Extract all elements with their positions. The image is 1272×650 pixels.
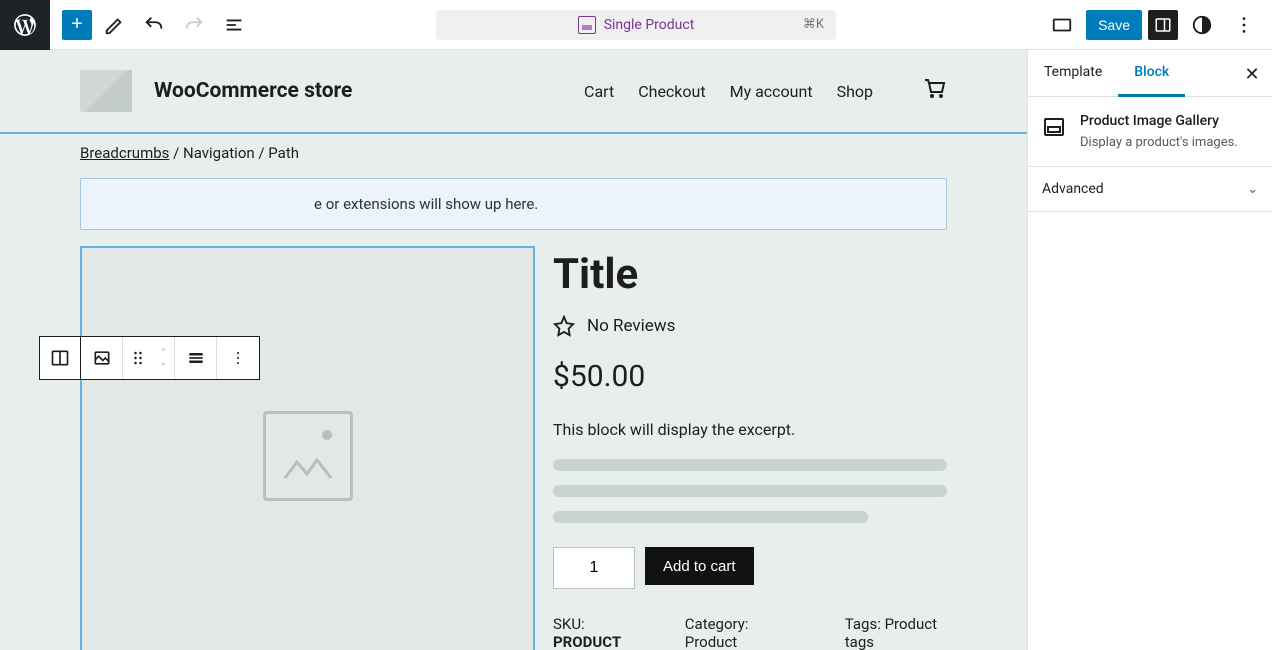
breadcrumb-rest: / Navigation / Path [169,144,299,162]
nav-link-shop[interactable]: Shop [837,82,873,101]
save-button[interactable]: Save [1086,10,1142,40]
sidebar-tabs: Template Block ✕ [1028,50,1272,97]
top-toolbar: + Single Product ⌘K Save [0,0,1272,50]
settings-sidebar-toggle[interactable] [1148,10,1178,40]
more-options-button[interactable] [1226,7,1262,43]
reviews-text: No Reviews [587,316,675,336]
breadcrumb[interactable]: Breadcrumbs / Navigation / Path [80,134,947,178]
move-updown[interactable]: ⌃⌄ [153,337,175,379]
undo-button[interactable] [136,7,172,43]
advanced-section[interactable]: Advanced ⌄ [1028,167,1272,212]
breadcrumb-first: Breadcrumbs [80,144,169,162]
product-image-gallery-block[interactable] [80,246,535,650]
tab-template[interactable]: Template [1028,50,1118,96]
gallery-block-icon [1042,115,1066,139]
parent-block-button[interactable] [39,336,81,380]
product-meta: SKU: PRODUCT SKU Category: Product categ… [553,615,947,650]
advanced-label: Advanced [1042,181,1104,197]
nav-link-account[interactable]: My account [730,82,813,101]
site-title[interactable]: WooCommerce store [154,79,352,103]
redo-button[interactable] [176,7,212,43]
site-header: WooCommerce store Cart Checkout My accou… [0,50,1027,132]
document-title: Single Product [604,17,695,33]
main-area: WooCommerce store Cart Checkout My accou… [0,50,1272,650]
meta-tags[interactable]: Tags: Product tags [845,615,947,650]
site-logo-placeholder[interactable] [80,70,132,112]
block-more-button[interactable] [217,337,259,379]
canvas-viewport: WooCommerce store Cart Checkout My accou… [0,50,1027,650]
product-price[interactable]: $50.00 [553,359,947,394]
nav-link-cart[interactable]: Cart [584,82,614,101]
skeleton-placeholder [553,459,947,523]
toolbar-left: + [50,7,252,43]
tab-block[interactable]: Block [1118,50,1185,97]
star-icon [553,315,575,337]
add-to-cart-button[interactable]: Add to cart [645,547,754,585]
image-placeholder-icon [263,411,353,501]
product-layout: Title No Reviews $50.00 This block will … [80,246,947,650]
block-type-button[interactable] [81,337,123,379]
edit-tool-button[interactable] [96,7,132,43]
drag-handle[interactable] [123,337,153,379]
wordpress-logo[interactable] [0,0,50,50]
settings-sidebar: Template Block ✕ Product Image Gallery D… [1027,50,1272,650]
block-toolbar: ⌃⌄ [80,336,260,380]
cart-icon[interactable] [923,77,947,105]
quantity-input[interactable] [553,547,635,589]
list-view-button[interactable] [216,7,252,43]
product-title[interactable]: Title [553,250,947,299]
block-info-panel: Product Image Gallery Display a product'… [1028,97,1272,167]
store-notices-block[interactable]: Notices added by WooCommerce or extensio… [80,178,947,230]
keyboard-shortcut: ⌘K [803,17,824,32]
skeleton-line [553,459,947,471]
product-reviews[interactable]: No Reviews [553,315,947,337]
skeleton-line [553,511,868,523]
document-title-bar[interactable]: Single Product ⌘K [436,10,836,40]
product-excerpt[interactable]: This block will display the excerpt. [553,420,947,439]
notice-text: e or extensions will show up here. [314,195,538,213]
product-info: Title No Reviews $50.00 This block will … [553,246,947,650]
meta-category[interactable]: Category: Product categories [685,615,795,650]
add-block-button[interactable]: + [62,10,92,40]
chevron-down-icon: ⌄ [1247,182,1258,197]
align-button[interactable] [175,337,217,379]
add-to-cart-row: Add to cart [553,547,947,589]
site-navigation: Cart Checkout My account Shop [584,82,873,101]
skeleton-line [553,485,947,497]
view-button[interactable] [1044,7,1080,43]
close-sidebar-button[interactable]: ✕ [1238,60,1266,88]
canvas-body: Breadcrumbs / Navigation / Path Notices … [0,132,1027,650]
block-name: Product Image Gallery [1080,113,1238,129]
toolbar-right: Save [1044,7,1272,43]
nav-link-checkout[interactable]: Checkout [638,82,705,101]
block-description: Display a product's images. [1080,135,1238,150]
template-icon [578,16,596,34]
meta-sku[interactable]: SKU: PRODUCT SKU [553,615,635,650]
styles-button[interactable] [1184,7,1220,43]
